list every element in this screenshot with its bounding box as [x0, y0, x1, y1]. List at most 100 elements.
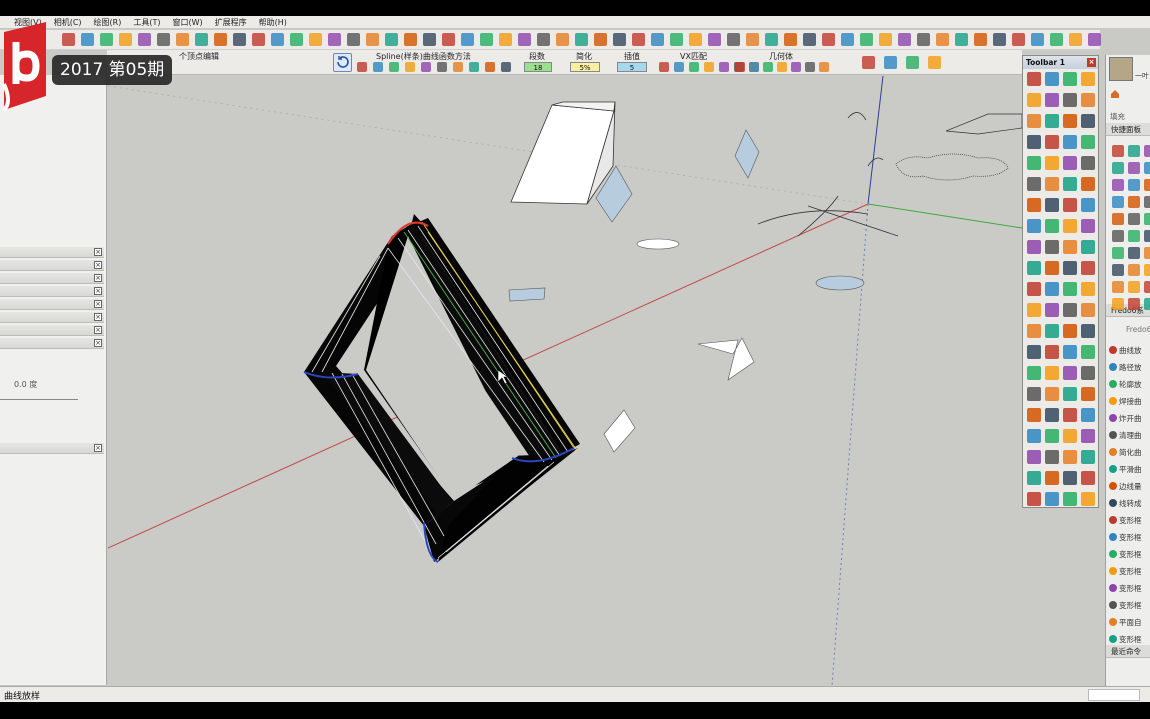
tray-row[interactable]: × [0, 312, 104, 323]
toolbar-tool-icon[interactable] [803, 33, 816, 46]
plugin-tool-icon[interactable] [1045, 93, 1059, 107]
quick-panel-tool-icon[interactable] [1128, 162, 1140, 174]
sketch-curve[interactable] [757, 195, 899, 237]
quick-panel-tool-icon[interactable] [1128, 281, 1140, 293]
plugin-tool-icon[interactable] [1027, 219, 1041, 233]
quick-panel-tool-icon[interactable] [1128, 145, 1140, 157]
lofted-frame[interactable] [303, 214, 580, 563]
fredo-plugin-item[interactable]: 线转成 [1109, 496, 1142, 510]
tray-row[interactable]: × [0, 325, 104, 336]
toolbar-tool-icon[interactable] [613, 33, 626, 46]
plugin-tool-icon[interactable] [1063, 156, 1077, 170]
close-icon[interactable]: × [94, 313, 102, 321]
fredo-plugin-item[interactable]: 焊接曲 [1109, 394, 1142, 408]
fredo-plugin-item[interactable]: 清理曲 [1109, 428, 1142, 442]
geometry-tool-icon[interactable] [735, 62, 745, 72]
plugin-tool-icon[interactable] [1063, 366, 1077, 380]
plugin-tool-icon[interactable] [1081, 261, 1095, 275]
refresh-icon[interactable] [333, 53, 352, 72]
menu-extensions[interactable]: 扩展程序 [209, 17, 253, 28]
quick-panel-tool-icon[interactable] [1128, 247, 1140, 259]
quick-panel-tool-icon[interactable] [1144, 162, 1150, 174]
plugin-tool-icon[interactable] [1063, 261, 1077, 275]
plugin-tool-icon[interactable] [1081, 135, 1095, 149]
geometry-tool-icon[interactable] [791, 62, 801, 72]
plugin-tool-icon[interactable] [1027, 282, 1041, 296]
cloud-outline[interactable] [895, 153, 1009, 181]
quick-panel-header[interactable]: 快捷面板 [1106, 123, 1150, 136]
spline-tool-icon[interactable] [453, 62, 463, 72]
spline-tool-icon[interactable] [389, 62, 399, 72]
plugin-tool-icon[interactable] [1045, 156, 1059, 170]
toolbar-tool-icon[interactable] [518, 33, 531, 46]
avatar[interactable] [1109, 57, 1133, 81]
plugin-tool-icon[interactable] [1063, 345, 1077, 359]
spline-tool-icon[interactable] [485, 62, 495, 72]
plugin-tool-icon[interactable] [1045, 72, 1059, 86]
plugin-tool-icon[interactable] [1081, 240, 1095, 254]
geometry-tool-icon[interactable] [763, 62, 773, 72]
toolbar-tool-icon[interactable] [442, 33, 455, 46]
plugin-tool-icon[interactable] [1045, 198, 1059, 212]
toolbar-tool-icon[interactable] [81, 33, 94, 46]
plugin-tool-icon[interactable] [1045, 492, 1059, 506]
quick-panel-tool-icon[interactable] [1112, 179, 1124, 191]
fredo-plugin-item[interactable]: 路径放 [1109, 360, 1142, 374]
action-tool-icon[interactable] [862, 56, 875, 69]
toolbar-tool-icon[interactable] [955, 33, 968, 46]
plugin-tool-icon[interactable] [1063, 408, 1077, 422]
close-icon[interactable]: × [94, 326, 102, 334]
quick-panel-tool-icon[interactable] [1128, 298, 1140, 310]
plugin-tool-icon[interactable] [1027, 72, 1041, 86]
toolbar-tool-icon[interactable] [119, 33, 132, 46]
tray-row[interactable]: × [0, 286, 104, 297]
plugin-tool-icon[interactable] [1081, 72, 1095, 86]
spline-tool-icon[interactable] [373, 62, 383, 72]
quick-panel-tool-icon[interactable] [1112, 196, 1124, 208]
quick-panel-tool-icon[interactable] [1144, 264, 1150, 276]
menu-help[interactable]: 帮助(H) [253, 17, 293, 28]
recent-commands-header[interactable]: 最近命令 [1106, 645, 1150, 658]
toolbar-tool-icon[interactable] [575, 33, 588, 46]
plugin-tool-icon[interactable] [1081, 177, 1095, 191]
plugin-tool-icon[interactable] [1081, 345, 1095, 359]
plugin-tool-icon[interactable] [1081, 282, 1095, 296]
fredo-plugin-item[interactable]: 变形框 [1109, 513, 1142, 527]
action-tool-icon[interactable] [928, 56, 941, 69]
geometry-tool-icon[interactable] [777, 62, 787, 72]
plugin-tool-icon[interactable] [1063, 219, 1077, 233]
vx-tool-icon[interactable] [674, 62, 684, 72]
toolbar-tool-icon[interactable] [328, 33, 341, 46]
plugin-tool-icon[interactable] [1081, 324, 1095, 338]
white-ellipse[interactable] [636, 238, 680, 250]
plugin-tool-icon[interactable] [1081, 366, 1095, 380]
plugin-tool-icon[interactable] [1081, 387, 1095, 401]
tray-row[interactable]: × [0, 260, 104, 271]
plugin-tool-icon[interactable] [1081, 450, 1095, 464]
plugin-tool-icon[interactable] [1045, 240, 1059, 254]
toolbar-tool-icon[interactable] [62, 33, 75, 46]
plugin-tool-icon[interactable] [1063, 303, 1077, 317]
toolbar-tool-icon[interactable] [214, 33, 227, 46]
menu-camera[interactable]: 相机(C) [48, 17, 88, 28]
toolbar-tool-icon[interactable] [252, 33, 265, 46]
toolbar-tool-icon[interactable] [784, 33, 797, 46]
plugin-tool-icon[interactable] [1027, 387, 1041, 401]
toolbar-tool-icon[interactable] [594, 33, 607, 46]
plugin-tool-icon[interactable] [1063, 114, 1077, 128]
fredo-plugin-item[interactable]: 简化曲 [1109, 445, 1142, 459]
plugin-tool-icon[interactable] [1027, 366, 1041, 380]
toolbar-tool-icon[interactable] [879, 33, 892, 46]
quick-panel-tool-icon[interactable] [1112, 264, 1124, 276]
toolbar-tool-icon[interactable] [993, 33, 1006, 46]
action-tool-icon[interactable] [906, 56, 919, 69]
plugin-tool-icon[interactable] [1063, 72, 1077, 86]
plugin-tool-icon[interactable] [1027, 303, 1041, 317]
spline-tool-icon[interactable] [469, 62, 479, 72]
quick-panel-tool-icon[interactable] [1144, 213, 1150, 225]
quick-panel-tool-icon[interactable] [1112, 162, 1124, 174]
toolbar-tool-icon[interactable] [917, 33, 930, 46]
fredo-plugin-item[interactable]: 边线量 [1109, 479, 1142, 493]
toolbar-tool-icon[interactable] [157, 33, 170, 46]
plugin-tool-icon[interactable] [1063, 177, 1077, 191]
